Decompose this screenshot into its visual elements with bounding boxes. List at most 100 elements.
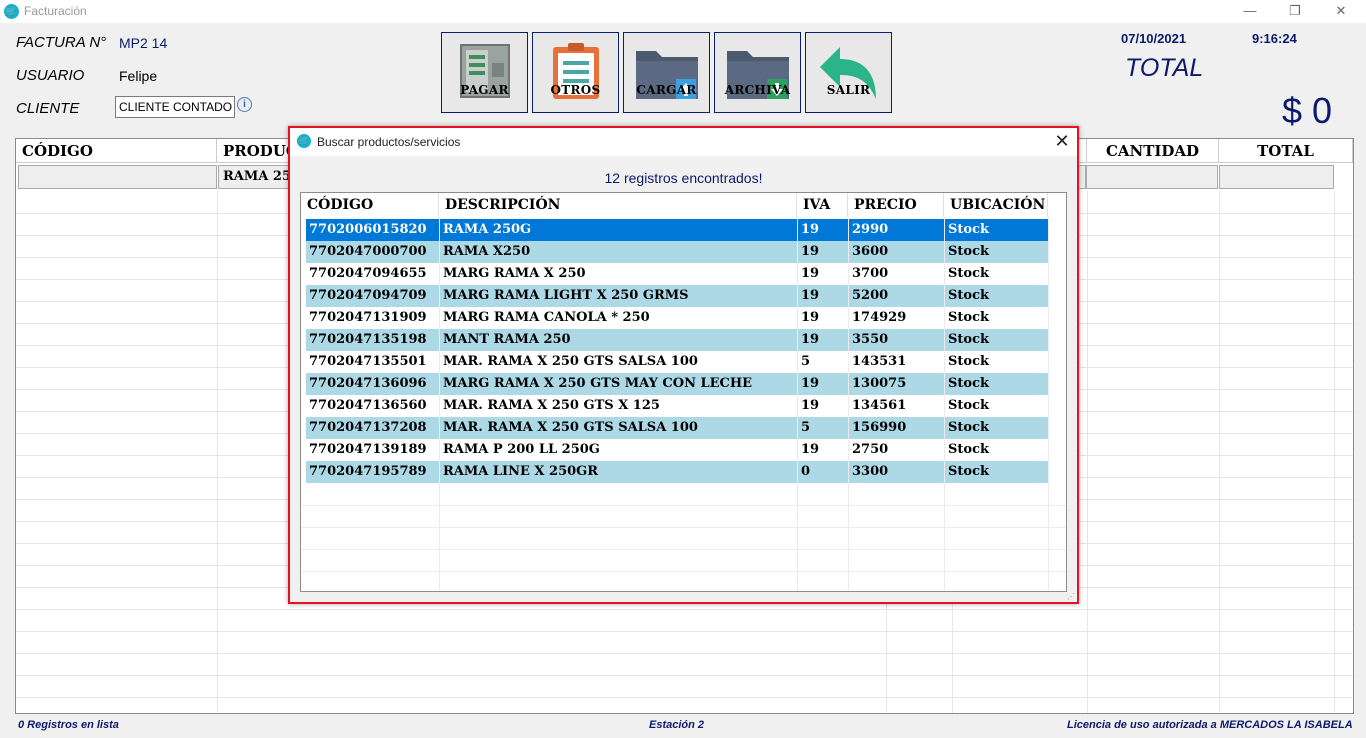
result-cell-ubicacion: Stock xyxy=(944,417,1048,439)
list-row-line xyxy=(301,549,1066,550)
filter-codigo[interactable] xyxy=(18,165,217,189)
result-cell-ubicacion: Stock xyxy=(944,219,1048,241)
result-cell-codigo: 7702047195789 xyxy=(309,464,427,479)
list-column-line xyxy=(797,217,798,591)
result-cell-precio: 2750 xyxy=(848,439,944,461)
otros-button[interactable]: OTROS xyxy=(532,32,619,113)
list-column-line xyxy=(439,217,440,591)
result-row[interactable]: 7702047131909 MARG RAMA CANOLA * 250 19 174… xyxy=(306,307,1048,329)
result-row[interactable]: 7702047135198 MANT RAMA 250 19 3550 Stock xyxy=(306,329,1048,351)
salir-button[interactable]: SALIR xyxy=(805,32,892,113)
dialog-close-button[interactable]: ✕ xyxy=(1050,130,1074,152)
result-cell-iva: 19 xyxy=(797,285,848,307)
result-cell-descripcion: MAR. RAMA X 250 GTS X 125 xyxy=(439,395,797,417)
close-button[interactable]: ✕ xyxy=(1326,2,1356,20)
title-bar: 🛒 Facturación — ❐ ✕ xyxy=(0,0,1366,23)
result-row[interactable]: 7702047135501 MAR. RAMA X 250 GTS SALSA 1… xyxy=(306,351,1048,373)
info-icon[interactable]: i xyxy=(237,97,252,112)
result-cell-iva: 19 xyxy=(797,329,848,351)
filter-cantidad[interactable] xyxy=(1086,165,1218,189)
list-row-line xyxy=(301,505,1066,506)
dialog-body: 12 registros encontrados! CÓDIGO DESCRIP… xyxy=(290,156,1077,602)
result-cell-descripcion: MARG RAMA X 250 xyxy=(439,263,797,285)
otros-label: OTROS xyxy=(550,83,601,97)
grid-column-line xyxy=(1219,191,1220,713)
results-list[interactable]: CÓDIGO DESCRIPCIÓN IVA PRECIO UBICACIÓN … xyxy=(300,192,1067,592)
usuario-label: USUARIO xyxy=(16,67,85,84)
archiva-button[interactable]: ARCHIVA xyxy=(714,32,801,113)
grid-column-line xyxy=(217,191,218,713)
result-cell-ubicacion: Stock xyxy=(944,439,1048,461)
result-row[interactable]: 7702047195789 RAMA LINE X 250GR 0 3300 Stock xyxy=(306,461,1048,483)
result-cell-descripcion: MARG RAMA CANOLA * 250 xyxy=(439,307,797,329)
result-cell-ubicacion: Stock xyxy=(944,351,1048,373)
col-header-ubicacion[interactable]: UBICACIÓN xyxy=(944,193,1048,217)
cliente-field[interactable]: CLIENTE CONTADO xyxy=(115,96,235,118)
total-label: TOTAL xyxy=(1125,54,1204,82)
result-cell-codigo: 7702047137208 xyxy=(309,420,427,435)
archiva-label: ARCHIVA xyxy=(724,83,791,97)
result-cell-codigo: 7702047000700 xyxy=(309,244,427,259)
salir-label: SALIR xyxy=(826,83,871,97)
factura-label: FACTURA N° xyxy=(16,34,107,51)
result-row[interactable]: 7702047139189 RAMA P 200 LL 250G 19 2750 Sto… xyxy=(306,439,1048,461)
result-row[interactable]: 7702047094709 MARG RAMA LIGHT X 250 GRMS 1… xyxy=(306,285,1048,307)
result-cell-iva: 19 xyxy=(797,373,848,395)
result-row[interactable]: 7702047137208 MAR. RAMA X 250 GTS SALSA 1… xyxy=(306,417,1048,439)
dialog-title-bar: 🛒 Buscar productos/servicios ✕ xyxy=(290,128,1077,156)
status-station: Estación 2 xyxy=(649,719,705,731)
search-dialog[interactable]: 🛒 Buscar productos/servicios ✕ 12 regist… xyxy=(288,126,1079,604)
result-cell-iva: 5 xyxy=(797,417,848,439)
result-cell-iva: 19 xyxy=(797,263,848,285)
result-cell-precio: 3550 xyxy=(848,329,944,351)
cargar-button[interactable]: CARGAR xyxy=(623,32,710,113)
col-header-precio[interactable]: PRECIO xyxy=(848,193,944,217)
window-title: Facturación xyxy=(24,4,87,18)
pagar-label: PAGAR xyxy=(460,83,509,97)
result-row[interactable]: 7702047000700 RAMA X250 19 3600 Stock xyxy=(306,241,1048,263)
result-row[interactable]: 7702006015820 RAMA 250G 19 2990 Stock xyxy=(306,219,1048,241)
grid-header-codigo[interactable]: CÓDIGO xyxy=(16,139,217,163)
result-cell-ubicacion: Stock xyxy=(944,461,1048,483)
restore-button[interactable]: ❐ xyxy=(1280,2,1310,20)
date-display: 07/10/2021 xyxy=(1121,31,1187,46)
result-cell-ubicacion: Stock xyxy=(944,307,1048,329)
result-cell-precio: 130075 xyxy=(848,373,944,395)
result-cell-precio: 156990 xyxy=(848,417,944,439)
result-cell-descripcion: MARG RAMA LIGHT X 250 GRMS xyxy=(439,285,797,307)
result-cell-codigo: 7702047135501 xyxy=(309,354,427,369)
result-cell-codigo: 7702047094655 xyxy=(309,266,427,281)
pagar-button[interactable]: PAGAR xyxy=(441,32,528,113)
result-cell-iva: 0 xyxy=(797,461,848,483)
result-row[interactable]: 7702047136560 MAR. RAMA X 250 GTS X 125 19… xyxy=(306,395,1048,417)
filter-total[interactable] xyxy=(1219,165,1334,189)
col-header-descripcion[interactable]: DESCRIPCIÓN xyxy=(439,193,797,217)
result-cell-ubicacion: Stock xyxy=(944,395,1048,417)
result-cell-descripcion: MAR. RAMA X 250 GTS SALSA 100 xyxy=(439,417,797,439)
resize-grip-icon[interactable]: ⋰ xyxy=(1067,592,1075,601)
result-cell-codigo: 7702047094709 xyxy=(309,288,427,303)
result-cell-ubicacion: Stock xyxy=(944,329,1048,351)
list-row-line xyxy=(301,571,1066,572)
grid-header-total[interactable]: TOTAL xyxy=(1219,139,1353,163)
result-cell-codigo: 7702047136560 xyxy=(309,398,427,413)
grid-column-line xyxy=(1334,191,1335,713)
dialog-title: Buscar productos/servicios xyxy=(317,135,461,149)
result-cell-ubicacion: Stock xyxy=(944,241,1048,263)
grid-header-cantidad[interactable]: CANTIDAD xyxy=(1087,139,1219,163)
result-cell-descripcion: RAMA 250G xyxy=(439,219,797,241)
minimize-button[interactable]: — xyxy=(1235,2,1265,20)
time-display: 9:16:24 xyxy=(1252,31,1297,46)
col-header-iva[interactable]: IVA xyxy=(797,193,848,217)
status-license: Licencia de uso autorizada a MERCADOS LA… xyxy=(1067,719,1353,731)
cart-icon: 🛒 xyxy=(4,4,19,19)
result-cell-codigo: 7702006015820 xyxy=(309,222,427,237)
col-header-codigo[interactable]: CÓDIGO xyxy=(301,193,439,217)
result-row[interactable]: 7702047094655 MARG RAMA X 250 19 3700 Stock xyxy=(306,263,1048,285)
result-cell-codigo: 7702047139189 xyxy=(309,442,427,457)
total-amount: $ 0 xyxy=(1282,90,1333,131)
result-cell-precio: 134561 xyxy=(848,395,944,417)
factura-number: MP2 14 xyxy=(119,35,168,51)
result-row[interactable]: 7702047136096 MARG RAMA X 250 GTS MAY CON… xyxy=(306,373,1048,395)
result-cell-precio: 174929 xyxy=(848,307,944,329)
